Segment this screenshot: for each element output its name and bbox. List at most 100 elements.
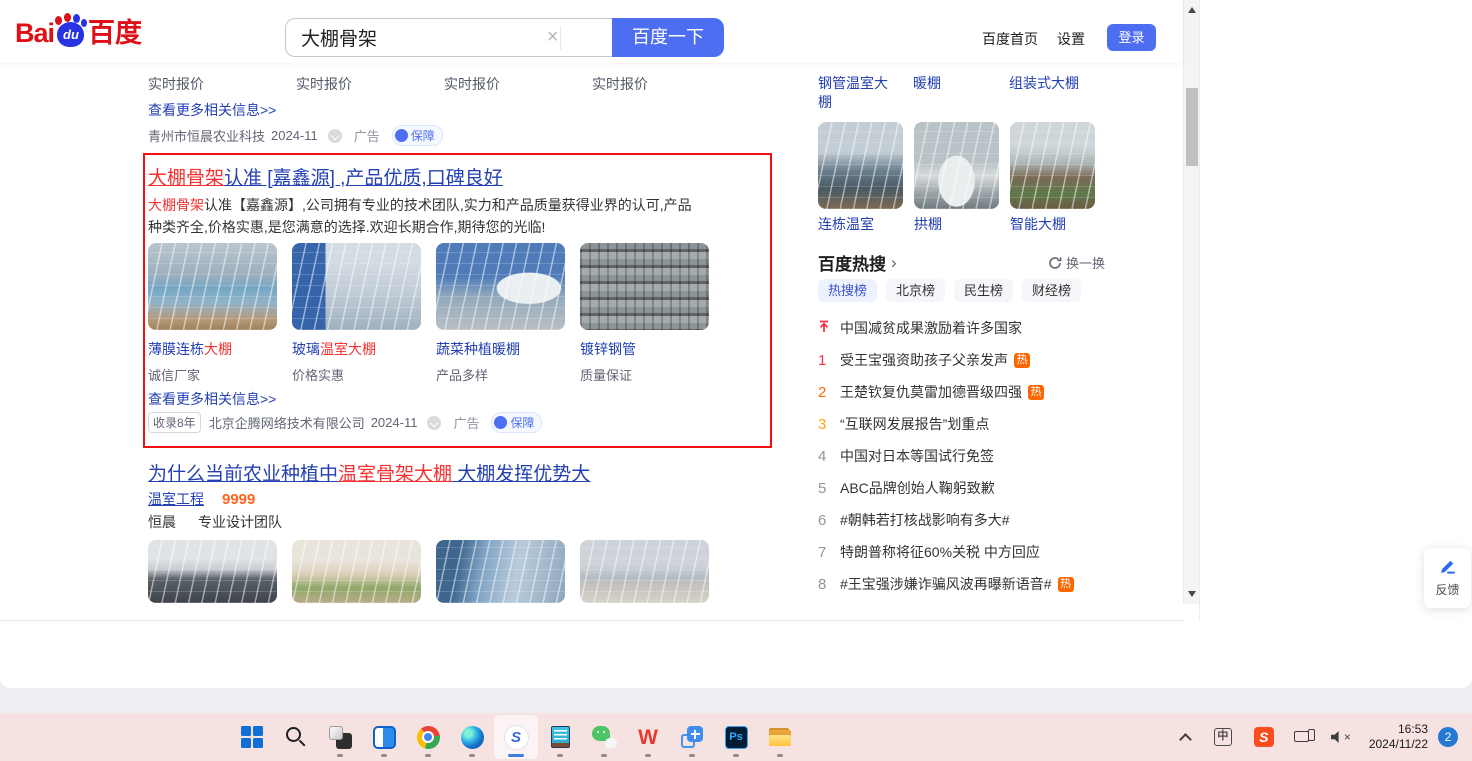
chevron-right-icon[interactable]: › xyxy=(891,254,897,271)
split-panel-icon xyxy=(373,726,396,749)
taskbar-clock[interactable]: 16:53 2024/11/22 xyxy=(1369,722,1428,752)
login-button[interactable]: 登录 xyxy=(1107,24,1156,51)
tab-hot[interactable]: 热搜榜 xyxy=(818,279,877,302)
brand-name: 恒晨 xyxy=(148,512,176,532)
sogou-input-icon[interactable]: S xyxy=(1254,727,1274,747)
search-input[interactable] xyxy=(286,27,546,49)
hot-item[interactable]: 3 “互联网发展报告”划重点 xyxy=(818,408,1118,440)
folder-icon xyxy=(768,727,792,748)
hot-item[interactable]: 4 中国对日本等国试行免签 xyxy=(818,440,1118,472)
taskbar-app-s-browser-active[interactable]: S xyxy=(494,715,538,759)
hot-search-title[interactable]: 百度热搜 xyxy=(818,250,886,275)
price-link[interactable]: 实时报价 xyxy=(592,74,740,94)
sidebar-image[interactable] xyxy=(1010,122,1095,209)
volume-muted-icon[interactable]: × xyxy=(1331,730,1351,744)
price-links-row: 实时报价 实时报价 实时报价 实时报价 xyxy=(148,74,788,94)
ad-card-subtitle: 质量保证 xyxy=(580,365,709,384)
sidebar-image[interactable] xyxy=(818,122,903,209)
tab-livelihood[interactable]: 民生榜 xyxy=(954,279,1013,302)
result-menu-chevron-icon[interactable] xyxy=(427,416,441,430)
windows-taskbar: S W Ps 中 S × 16:53 2024/11/22 2 xyxy=(0,713,1472,761)
notepad-icon xyxy=(551,726,570,748)
windows-logo-icon xyxy=(241,726,263,748)
hot-item[interactable]: 1 受王宝强资助孩子父亲发声 热 xyxy=(818,344,1118,376)
steel-pipes-image xyxy=(580,243,709,330)
hot-item[interactable]: 2 王楚钦复仇莫雷加德晋级四强 热 xyxy=(818,376,1118,408)
feedback-button[interactable]: 反馈 xyxy=(1424,548,1471,608)
taskbar-app-wps[interactable]: W xyxy=(626,715,670,759)
cast-device-icon[interactable] xyxy=(1294,729,1315,746)
tag-link[interactable]: 温室工程 xyxy=(148,489,204,509)
content-fold-divider xyxy=(0,620,1183,621)
browser-scrollbar[interactable] xyxy=(1183,0,1199,604)
greenhouse-image xyxy=(292,243,421,330)
sidebar-image-label[interactable]: 拱棚 xyxy=(914,215,942,234)
hot-item[interactable]: 5 ABC品牌创始人鞠躬致歉 xyxy=(818,472,1118,504)
greenhouse-image[interactable] xyxy=(580,540,709,603)
taskbar-icon-group: S W Ps xyxy=(230,715,802,759)
guarantee-badge[interactable]: 保障 xyxy=(392,125,443,146)
tab-finance[interactable]: 财经榜 xyxy=(1022,279,1081,302)
taskbar-app-photoshop[interactable]: Ps xyxy=(714,715,758,759)
see-more-link[interactable]: 查看更多相关信息>> xyxy=(148,100,276,120)
taskbar-app-taskview[interactable] xyxy=(318,715,362,759)
ad-result-title[interactable]: 大棚骨架认准 [嘉鑫源] ,产品优质,口碑良好 xyxy=(148,163,503,190)
hot-item[interactable]: 7 特朗普称将征60%关税 中方回应 xyxy=(818,536,1118,568)
result-menu-chevron-icon[interactable] xyxy=(328,129,342,143)
taskbar-app-file-explorer[interactable] xyxy=(758,715,802,759)
sidebar-link[interactable]: 暖棚 xyxy=(913,74,941,93)
tray-expand-chevron-icon[interactable] xyxy=(1179,733,1192,746)
sidebar-link[interactable]: 组装式大棚 xyxy=(1009,74,1079,93)
hot-item[interactable]: 6 #朝韩若打核战影响有多大# xyxy=(818,504,1118,536)
greenhouse-image[interactable] xyxy=(292,540,421,603)
scroll-down-arrow[interactable] xyxy=(1188,591,1196,597)
taskbar-app-notepad[interactable] xyxy=(538,715,582,759)
hot-search-list: 中国减贫成果激励着许多国家 1 受王宝强资助孩子父亲发声 热 2 王楚钦复仇莫雷… xyxy=(818,312,1118,600)
baidu-logo[interactable]: Bai du 百度 xyxy=(15,14,142,48)
ime-language-icon[interactable]: 中 xyxy=(1214,728,1232,746)
result-meta: 青州市恒晨农业科技 2024-11 广告 保障 xyxy=(148,125,443,146)
notification-count-badge[interactable]: 2 xyxy=(1438,727,1458,747)
nav-baidu-home[interactable]: 百度首页 xyxy=(982,29,1038,49)
search-button[interactable]: 百度一下 xyxy=(612,18,724,57)
taskbar-app-snip-plus[interactable] xyxy=(670,715,714,759)
wps-icon: W xyxy=(638,726,658,749)
search-box[interactable]: × xyxy=(285,18,612,57)
taskbar-search-button[interactable] xyxy=(274,715,318,759)
sidebar-image[interactable] xyxy=(914,122,999,209)
scroll-up-arrow[interactable] xyxy=(1188,7,1196,13)
guarantee-badge[interactable]: 保障 xyxy=(491,412,542,433)
clear-search-icon[interactable]: × xyxy=(546,26,560,49)
hot-item-pinned[interactable]: 中国减贫成果激励着许多国家 xyxy=(818,312,1118,344)
system-tray: 中 S × 16:53 2024/11/22 2 xyxy=(1181,713,1458,761)
sidebar-image-label[interactable]: 连栋温室 xyxy=(818,215,874,234)
result2-image-row xyxy=(148,540,709,603)
plus-square-icon xyxy=(680,725,704,749)
price-link[interactable]: 实时报价 xyxy=(148,74,296,94)
record-years-badge: 收录8年 xyxy=(148,412,201,433)
pinned-up-arrow-icon xyxy=(818,320,840,337)
taskbar-app-wechat[interactable] xyxy=(582,715,626,759)
ad-card[interactable]: 蔬菜种植暖棚 产品多样 xyxy=(436,243,565,384)
sidebar-link[interactable]: 钢管温室大棚 xyxy=(818,74,898,112)
organic-result-title[interactable]: 为什么当前农业种植中温室骨架大棚 大棚发挥优势大 xyxy=(148,459,590,486)
ad-card[interactable]: 玻璃温室大棚 价格实惠 xyxy=(292,243,421,384)
taskbar-app-chrome[interactable] xyxy=(406,715,450,759)
taskbar-app-panel[interactable] xyxy=(362,715,406,759)
see-more-link[interactable]: 查看更多相关信息>> xyxy=(148,389,276,409)
greenhouse-image[interactable] xyxy=(148,540,277,603)
scrollbar-thumb[interactable] xyxy=(1186,88,1198,166)
s-browser-icon: S xyxy=(504,725,529,750)
price-link[interactable]: 实时报价 xyxy=(296,74,444,94)
hot-item[interactable]: 8 #王宝强涉嫌诈骗风波再曝新语音# 热 xyxy=(818,568,1118,600)
nav-settings[interactable]: 设置 xyxy=(1057,29,1085,49)
refresh-hot-search[interactable]: 换一换 xyxy=(1048,253,1105,272)
ad-card[interactable]: 镀锌钢管 质量保证 xyxy=(580,243,709,384)
price-link[interactable]: 实时报价 xyxy=(444,74,592,94)
start-button[interactable] xyxy=(230,715,274,759)
sidebar-image-label[interactable]: 智能大棚 xyxy=(1010,215,1066,234)
greenhouse-image[interactable] xyxy=(436,540,565,603)
ad-card[interactable]: 薄膜连栋大棚 诚信厂家 xyxy=(148,243,277,384)
taskbar-app-edge[interactable] xyxy=(450,715,494,759)
tab-beijing[interactable]: 北京榜 xyxy=(886,279,945,302)
